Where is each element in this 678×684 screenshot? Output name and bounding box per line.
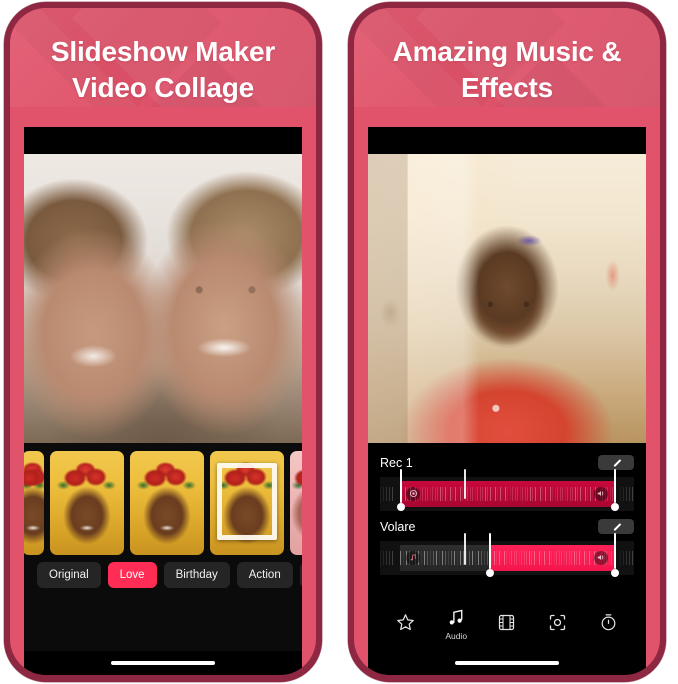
track-name-label: Volare xyxy=(380,519,416,534)
template-thumbnail xyxy=(50,450,124,555)
edit-track-button[interactable] xyxy=(598,455,634,471)
playhead[interactable] xyxy=(463,532,466,565)
headline-line-2: Effects xyxy=(461,72,553,104)
editor-bottom-nav[interactable]: Audio xyxy=(368,597,646,651)
audio-track-volare[interactable]: Volare xyxy=(380,517,634,577)
track-header: Volare xyxy=(380,517,634,537)
template-thumbnail xyxy=(290,450,302,555)
volume-icon[interactable] xyxy=(593,486,608,501)
trim-handle-end-line[interactable] xyxy=(613,532,616,569)
playhead[interactable] xyxy=(463,468,466,499)
home-indicator-area-right xyxy=(368,651,646,675)
audio-clip-volare[interactable] xyxy=(489,544,614,571)
app-window-left: Around The World Active Sports Photo Alb… xyxy=(24,126,302,675)
music-note-icon xyxy=(406,550,421,565)
phone-mockup-music-effects: Amazing Music & Effects Rec 1 Volare Aud… xyxy=(348,2,666,682)
trim-handle-end[interactable] xyxy=(610,568,619,577)
track-header: Rec 1 xyxy=(380,453,634,473)
phone-screen-left: Slideshow Maker Video Collage Original L… xyxy=(10,8,316,675)
nav-item-audio[interactable]: Audio xyxy=(432,607,480,641)
trim-handle-end[interactable] xyxy=(610,502,619,511)
waveform-edge-right xyxy=(620,486,634,501)
track-name-label: Rec 1 xyxy=(380,455,413,470)
pencil-icon xyxy=(612,458,621,467)
template-item[interactable]: S xyxy=(290,450,302,555)
nav-item-favorites[interactable] xyxy=(381,612,429,636)
home-indicator[interactable] xyxy=(455,661,559,665)
phone-screen-right: Amazing Music & Effects Rec 1 Volare Aud… xyxy=(354,8,660,675)
nav-label: Audio xyxy=(445,631,468,641)
trim-handle-start[interactable] xyxy=(486,568,495,577)
promo-headline-right: Amazing Music & Effects xyxy=(354,34,660,107)
nav-item-film[interactable] xyxy=(483,612,531,636)
template-item-photo-album[interactable]: Photo Album xyxy=(210,450,284,555)
star-icon xyxy=(395,612,416,633)
waveform-edge-left xyxy=(380,486,394,501)
preview-image xyxy=(24,153,302,443)
edit-track-button[interactable] xyxy=(598,519,634,535)
app-topbar-right xyxy=(368,126,646,154)
audio-track-panel: Rec 1 Volare xyxy=(368,442,646,597)
category-chip-original[interactable]: Original xyxy=(37,561,101,588)
music-note-icon xyxy=(446,607,467,628)
stopwatch-icon xyxy=(598,612,619,633)
home-indicator-area-left xyxy=(24,651,302,675)
trim-handle-end-line[interactable] xyxy=(613,468,616,503)
promo-headline-left: Slideshow Maker Video Collage xyxy=(10,34,316,107)
category-chip-action[interactable]: Action xyxy=(236,561,293,588)
template-item-active-sports[interactable]: Active Sports xyxy=(130,450,204,555)
film-strip-icon xyxy=(496,612,517,633)
focus-frame-icon xyxy=(547,612,568,633)
preview-image xyxy=(368,153,646,443)
headline-line-1: Amazing Music & xyxy=(392,36,622,67)
template-thumbnail xyxy=(24,450,44,555)
track-waveform-area[interactable] xyxy=(380,468,634,511)
waveform-edge-left xyxy=(380,550,394,565)
screenshot-root: Slideshow Maker Video Collage Original L… xyxy=(0,0,678,684)
headline-line-2: Video Collage xyxy=(71,72,255,104)
category-chip-love[interactable]: Love xyxy=(107,561,157,588)
phone-mockup-slideshow-maker: Slideshow Maker Video Collage Original L… xyxy=(4,2,322,682)
trim-handle-start-line[interactable] xyxy=(489,532,492,569)
category-chip-birthday[interactable]: Birthday xyxy=(163,561,230,588)
mic-record-icon xyxy=(406,486,421,501)
pencil-icon xyxy=(612,522,621,531)
track-waveform-area[interactable] xyxy=(380,532,634,577)
template-carousel[interactable]: Around The World Active Sports Photo Alb… xyxy=(24,442,302,651)
promo-header-left: Slideshow Maker Video Collage xyxy=(10,8,316,107)
audio-clip-rec-1[interactable] xyxy=(400,480,614,507)
video-preview-woman-red-jacket[interactable] xyxy=(368,153,646,443)
waveform-edge-right xyxy=(620,550,634,565)
template-item-around-the-world[interactable]: Around The World xyxy=(50,450,124,555)
nav-item-duration[interactable] xyxy=(585,612,633,636)
volume-icon[interactable] xyxy=(593,550,608,565)
nav-item-focus[interactable] xyxy=(534,612,582,636)
waveform xyxy=(400,486,614,501)
template-thumbnail xyxy=(210,450,284,555)
trim-handle-start-line[interactable] xyxy=(400,468,403,503)
video-preview-two-women-selfie[interactable] xyxy=(24,153,302,443)
template-item[interactable] xyxy=(24,450,44,555)
headline-line-1: Slideshow Maker xyxy=(50,36,276,67)
audio-track-rec-1[interactable]: Rec 1 xyxy=(380,453,634,511)
template-thumbnail xyxy=(130,450,204,555)
audio-clip-volare-inactive[interactable] xyxy=(400,544,490,571)
app-topbar-left xyxy=(24,126,302,154)
app-window-right: Rec 1 Volare Audio xyxy=(368,126,646,675)
template-thumbnail-row[interactable]: Around The World Active Sports Photo Alb… xyxy=(24,450,302,555)
category-chip-row[interactable]: Original Love Birthday Action Sporty Fam… xyxy=(24,555,302,588)
home-indicator[interactable] xyxy=(111,661,215,665)
category-chip-sporty[interactable]: Sporty xyxy=(299,561,302,588)
promo-header-right: Amazing Music & Effects xyxy=(354,8,660,107)
